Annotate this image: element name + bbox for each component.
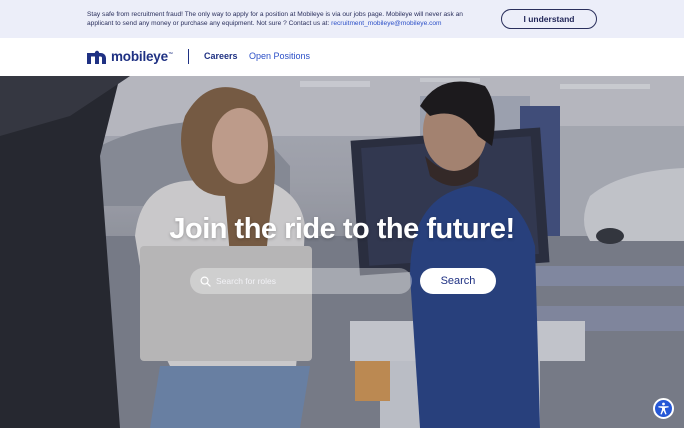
logo-wordmark: mobileye <box>111 49 168 64</box>
logo-trademark: ™ <box>167 51 173 58</box>
search-roles-input[interactable] <box>216 276 396 286</box>
fraud-warning-text: Stay safe from recruitment fraud! The on… <box>87 10 487 28</box>
fraud-warning-banner: Stay safe from recruitment fraud! The on… <box>0 0 684 38</box>
nav-link-open-positions[interactable]: Open Positions <box>249 51 310 61</box>
accessibility-button[interactable] <box>653 398 674 419</box>
hero-overlay <box>0 76 684 428</box>
nav-link-careers[interactable]: Careers <box>204 51 238 61</box>
hero-section: Join the ride to the future! Search <box>0 76 684 428</box>
search-button[interactable]: Search <box>420 268 496 294</box>
nav-divider <box>188 49 189 64</box>
hero-title: Join the ride to the future! <box>169 213 515 245</box>
top-navigation: mobileye™ Careers Open Positions <box>0 38 684 76</box>
recruitment-email-link[interactable]: recruitment_mobileye@mobileye.com <box>331 20 441 27</box>
search-icon <box>200 276 211 287</box>
logo-text: mobileye™ <box>111 49 173 64</box>
accessibility-icon <box>658 402 669 415</box>
i-understand-button[interactable]: I understand <box>501 9 597 29</box>
mobileye-logo-icon <box>87 50 106 64</box>
mobileye-logo[interactable]: mobileye™ <box>87 49 173 64</box>
search-box[interactable] <box>190 268 412 294</box>
